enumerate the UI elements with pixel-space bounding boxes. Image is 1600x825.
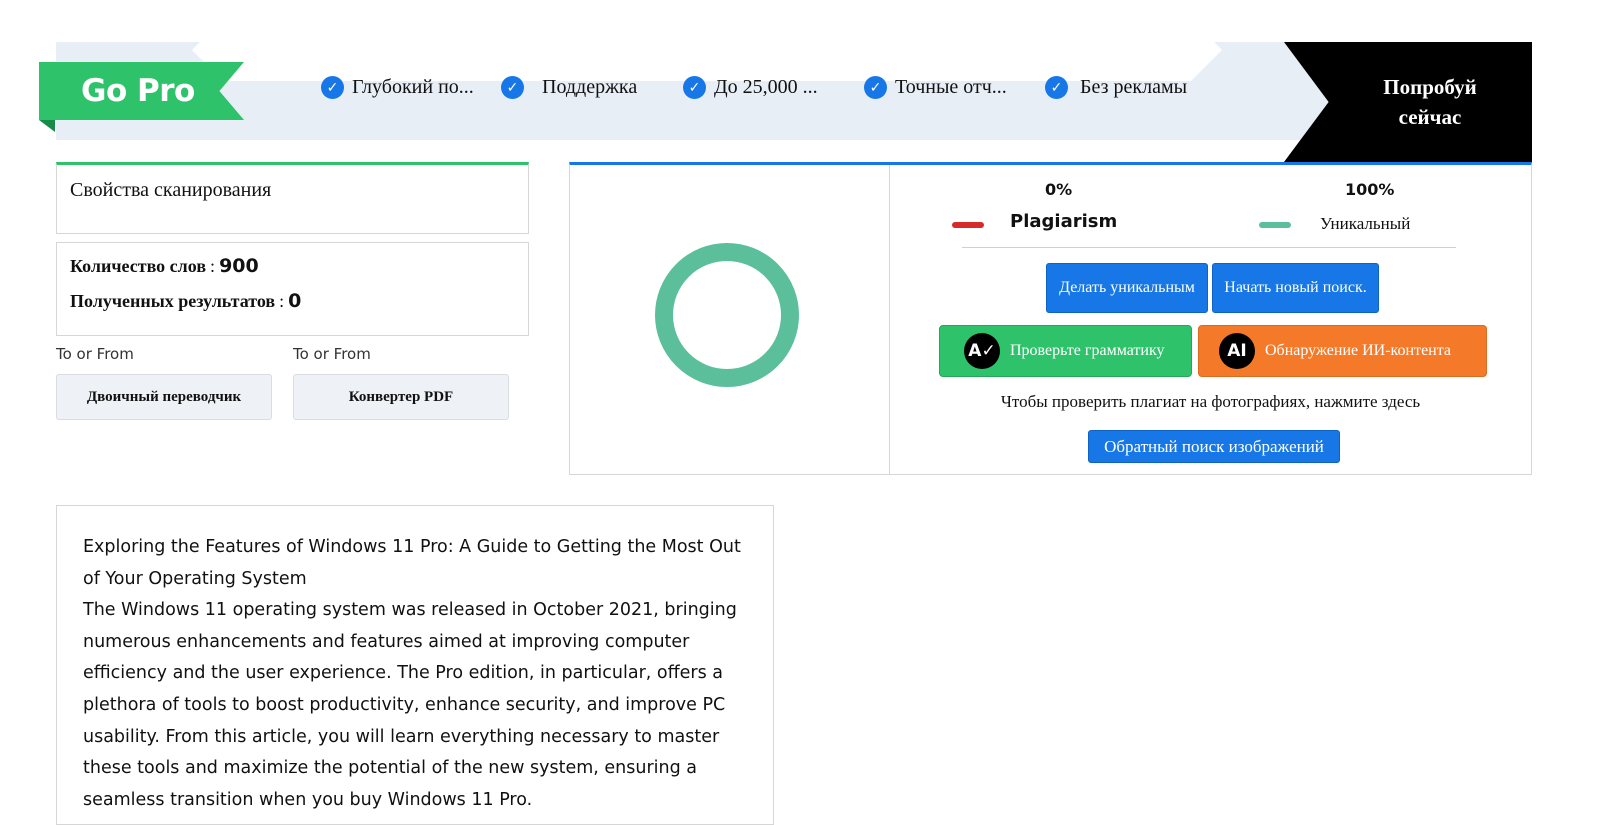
scan-properties-panel: Свойства сканирования <box>56 162 529 234</box>
reverse-image-search-button[interactable]: Обратный поиск изображений <box>1088 430 1340 463</box>
legend-divider <box>962 247 1456 248</box>
uniqueness-donut-chart <box>655 243 799 387</box>
feature-label: Глубокий по... <box>352 76 474 98</box>
feature-no-ads: ✓ Без рекламы <box>1045 76 1187 99</box>
check-circle-icon: ✓ <box>1045 76 1068 99</box>
unique-legend-swatch <box>1259 222 1291 228</box>
feature-support: ✓ Поддержка <box>501 76 637 99</box>
go-pro-label: Go Pro <box>81 73 195 109</box>
pdf-converter-label: Конвертер PDF <box>348 388 454 405</box>
try-now-line1: Попробуй <box>1383 75 1477 99</box>
binary-translator-button[interactable]: Двоичный переводчик <box>56 374 272 420</box>
unique-percent: 100% <box>1345 180 1395 199</box>
plagiarism-legend-swatch <box>952 222 984 228</box>
new-search-button[interactable]: Начать новый поиск. <box>1212 263 1379 313</box>
check-circle-icon: ✓ <box>683 76 706 99</box>
feature-label: Поддержка <box>542 76 638 98</box>
feature-label: До 25,000 ... <box>714 76 818 98</box>
unique-legend-label: Уникальный <box>1320 214 1411 233</box>
check-circle-icon: ✓ <box>321 76 344 99</box>
check-circle-icon: ✓ <box>864 76 887 99</box>
to-or-from-label: To or From <box>293 345 371 363</box>
scan-properties-title: Свойства сканирования <box>70 179 272 201</box>
feature-word-limit: ✓ До 25,000 ... <box>683 76 818 99</box>
grammar-check-button[interactable]: A✓ Проверьте грамматику <box>939 325 1192 377</box>
try-now-line2: сейчас <box>1398 105 1462 129</box>
article-body: The Windows 11 operating system was rele… <box>83 600 737 810</box>
separator: : <box>210 256 216 276</box>
features-strip <box>192 19 1222 81</box>
reverse-image-search-label: Обратный поиск изображений <box>1104 436 1324 456</box>
results-label: Полученных результатов <box>70 291 276 311</box>
panel-divider <box>889 165 890 475</box>
word-count-value: 900 <box>219 255 259 277</box>
article-title: Exploring the Features of Windows 11 Pro… <box>83 537 741 589</box>
unique-ring <box>655 243 799 387</box>
check-circle-icon: ✓ <box>501 76 524 99</box>
binary-translator-label: Двоичный переводчик <box>86 388 242 405</box>
photo-plagiarism-hint: Чтобы проверить плагиат на фотографиях, … <box>1000 392 1421 411</box>
ai-sparkle-icon: AI <box>1219 333 1255 369</box>
results-value: 0 <box>288 290 302 312</box>
ai-detection-label: Обнаружение ИИ-контента <box>1265 342 1452 359</box>
try-now-label: Попробуй сейчас <box>1383 72 1476 132</box>
plagiarism-percent: 0% <box>1045 180 1073 199</box>
separator: : <box>279 291 285 311</box>
scan-stats-panel: Количество слов : 900 Полученных результ… <box>56 242 529 336</box>
new-search-label: Начать новый поиск. <box>1224 279 1367 296</box>
grammar-check-label: Проверьте грамматику <box>1010 342 1165 359</box>
to-or-from-label: To or From <box>56 345 134 363</box>
plagiarism-legend-label: Plagiarism <box>1010 211 1118 232</box>
ai-detection-button[interactable]: AI Обнаружение ИИ-контента <box>1198 325 1487 377</box>
word-count-label: Количество слов <box>70 256 207 276</box>
feature-deep-search: ✓ Глубокий по... <box>321 76 474 99</box>
results-row: Полученных результатов : 0 <box>70 290 515 325</box>
pdf-converter-button[interactable]: Конвертер PDF <box>293 374 509 420</box>
make-unique-button[interactable]: Делать уникальным <box>1046 263 1208 313</box>
ribbon-fold <box>39 120 55 132</box>
feature-label: Без рекламы <box>1080 76 1188 98</box>
word-count-row: Количество слов : 900 <box>70 255 515 290</box>
article-text-panel: Exploring the Features of Windows 11 Pro… <box>56 505 774 825</box>
feature-label: Точные отч... <box>895 76 1007 98</box>
grammar-a-icon: A✓ <box>964 333 1000 369</box>
make-unique-label: Делать уникальным <box>1059 279 1195 296</box>
go-pro-ribbon[interactable]: Go Pro <box>39 62 244 120</box>
feature-reports: ✓ Точные отч... <box>864 76 1007 99</box>
